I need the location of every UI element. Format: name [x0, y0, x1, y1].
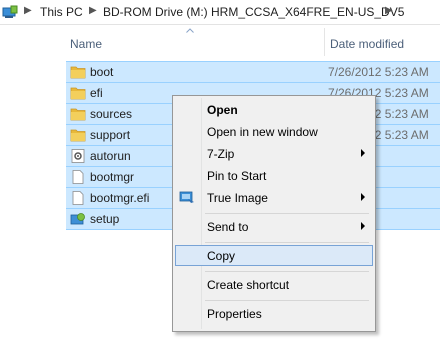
menu-item-pin-to-start[interactable]: Pin to Start — [175, 165, 373, 186]
breadcrumb-this-pc[interactable]: This PC — [40, 5, 83, 19]
menu-item-label: Send to — [207, 220, 249, 234]
menu-item-properties[interactable]: Properties — [175, 303, 373, 324]
menu-item-7zip[interactable]: 7-Zip — [175, 143, 373, 164]
menu-item-label: Open — [207, 103, 238, 117]
file-name: support — [90, 128, 131, 142]
file-name: autorun — [90, 149, 131, 163]
menu-separator — [205, 242, 369, 243]
file-row-boot[interactable]: boot 7/26/2012 5:23 AM — [66, 61, 440, 83]
column-header-date-modified[interactable]: Date modified — [330, 37, 404, 51]
context-menu: Open Open in new window 7-Zip Pin to Sta… — [172, 95, 376, 332]
submenu-arrow-icon — [361, 193, 365, 201]
column-divider[interactable] — [324, 28, 325, 56]
settings-file-icon — [71, 149, 85, 163]
breadcrumb-separator-icon[interactable]: ▶ — [89, 5, 97, 16]
file-name: setup — [90, 212, 120, 226]
breadcrumb-drive[interactable]: BD-ROM Drive (M:) HRM_CCSA_X64FRE_EN-US_… — [103, 5, 404, 19]
file-name: bootmgr.efi — [90, 191, 150, 205]
menu-item-label: Create shortcut — [207, 278, 290, 292]
menu-item-label: Copy — [207, 249, 236, 263]
folder-icon — [70, 108, 86, 121]
file-name: sources — [90, 107, 133, 121]
pc-icon — [2, 5, 18, 18]
file-icon — [72, 170, 84, 184]
breadcrumb-separator-icon[interactable]: ▶ — [385, 5, 393, 16]
menu-separator — [205, 213, 369, 214]
menu-item-label: True Image — [207, 191, 268, 205]
true-image-icon — [179, 191, 194, 203]
file-name: efi — [90, 86, 103, 100]
folder-icon — [70, 87, 86, 100]
breadcrumb-separator-icon[interactable]: ▶ — [24, 5, 32, 16]
sort-ascending-icon — [186, 28, 194, 33]
file-name: bootmgr — [90, 170, 135, 184]
submenu-arrow-icon — [361, 222, 365, 230]
menu-item-copy[interactable]: Copy — [175, 245, 373, 266]
file-icon — [72, 191, 84, 205]
submenu-arrow-icon — [361, 149, 365, 157]
menu-item-label: Properties — [207, 307, 262, 321]
menu-item-open[interactable]: Open — [175, 99, 373, 120]
folder-icon — [70, 129, 86, 142]
file-date: 7/26/2012 5:23 AM — [328, 65, 429, 79]
column-header-row: Name Date modified — [0, 25, 440, 59]
menu-item-label: Pin to Start — [207, 169, 267, 183]
address-bar[interactable]: ▶ This PC ▶ BD-ROM Drive (M:) HRM_CCSA_X… — [0, 0, 440, 25]
menu-separator — [205, 271, 369, 272]
menu-item-true-image[interactable]: True Image — [175, 187, 373, 208]
menu-item-label: 7-Zip — [207, 147, 235, 161]
setup-icon — [70, 213, 85, 225]
menu-separator — [205, 300, 369, 301]
folder-icon — [70, 66, 86, 79]
menu-item-create-shortcut[interactable]: Create shortcut — [175, 274, 373, 295]
menu-item-open-new-window[interactable]: Open in new window — [175, 121, 373, 142]
column-header-name[interactable]: Name — [70, 37, 102, 51]
menu-item-label: Open in new window — [207, 125, 318, 139]
file-name: boot — [90, 65, 114, 79]
menu-item-send-to[interactable]: Send to — [175, 216, 373, 237]
